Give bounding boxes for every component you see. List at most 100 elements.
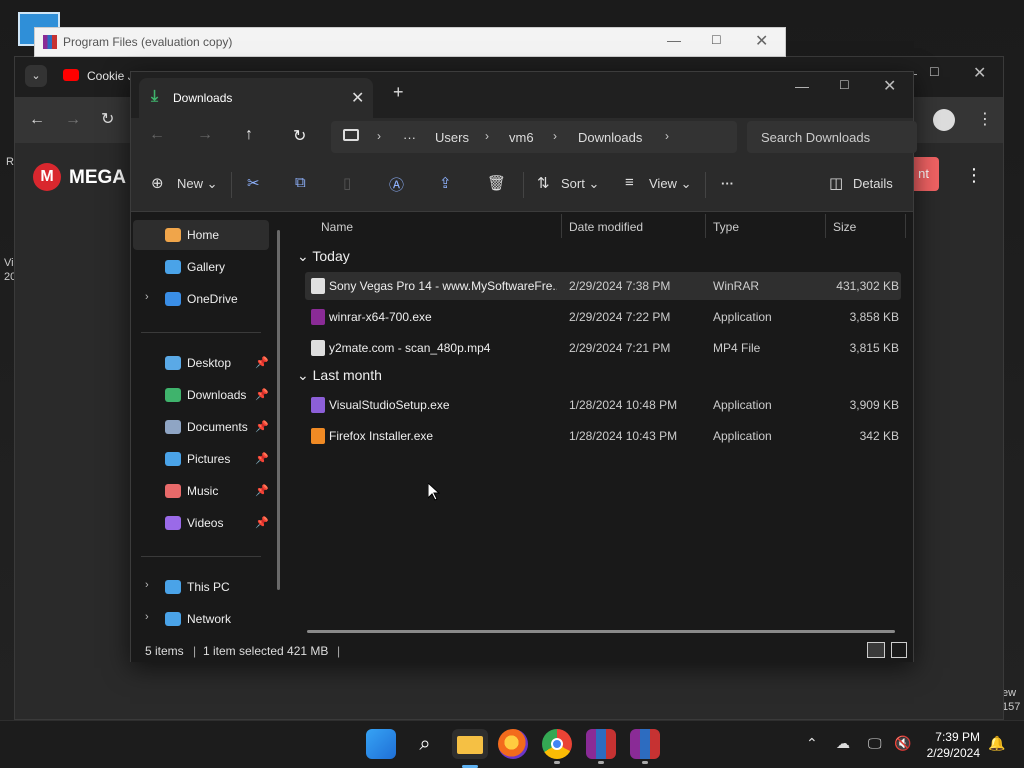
sidebar-item[interactable]: Downloads 📌 [133,380,269,410]
breadcrumb[interactable]: › ··· Users › vm6 › Downloads › [331,121,737,153]
file-row[interactable]: Firefox Installer.exe 1/28/2024 10:43 PM A… [305,422,901,450]
breadcrumb-more[interactable]: ··· [403,130,416,145]
more-icon[interactable]: ⋮ [965,165,983,186]
search-box[interactable]: Search Downloads [747,121,917,153]
chrome-center [551,738,563,750]
minimize-icon[interactable]: — [795,78,809,94]
up-icon[interactable]: ↑ [245,126,253,144]
column-divider[interactable] [561,214,562,238]
rename-icon[interactable]: Ⓐ [389,174,404,195]
more-icon[interactable]: ⋮ [977,109,993,129]
chevron-right-icon[interactable]: › [553,129,557,143]
column-divider[interactable] [705,214,706,238]
file-explorer-icon[interactable] [452,729,488,768]
volume-muted-icon[interactable]: 🔇 [894,735,911,752]
new-button[interactable]: New ⌄ [177,176,218,192]
file-explorer-window: ⤓ Downloads ✕ + — ☐ ✕ ← → ↑ ↻ › ··· User… [130,71,917,662]
forward-icon[interactable]: → [65,111,81,129]
sidebar-item[interactable]: › OneDrive [133,284,269,314]
close-icon[interactable]: ✕ [755,31,768,51]
winrar-icon[interactable] [630,729,660,759]
sidebar-item[interactable]: Music 📌 [133,476,269,506]
breadcrumb-item[interactable]: Users [435,130,469,145]
copy-icon[interactable]: ⧉ [295,174,306,191]
file-row[interactable]: VisualStudioSetup.exe 1/28/2024 10:48 PM A… [305,391,901,419]
sidebar-item[interactable]: Documents 📌 [133,412,269,442]
file-row[interactable]: Sony Vegas Pro 14 - www.MySoftwareFre...… [305,272,901,300]
divider [705,172,706,198]
chrome-tab[interactable]: Cookie J [87,69,134,83]
chevron-down-icon[interactable]: ⌄ [297,248,312,264]
paste-icon[interactable]: ▯ [343,174,351,192]
breadcrumb-item[interactable]: vm6 [509,130,534,145]
horizontal-scrollbar[interactable] [307,630,895,633]
file-type: MP4 File [713,341,761,355]
file-type: WinRAR [713,279,760,293]
details-button[interactable]: Details [853,176,893,191]
chevron-down-icon[interactable]: ⌄ [297,367,313,383]
new-tab-icon[interactable]: + [393,82,404,103]
column-divider[interactable] [905,214,906,238]
minimize-icon[interactable]: — [667,32,681,48]
see-more-button[interactable]: ··· [721,176,734,191]
maximize-icon[interactable]: ☐ [929,65,940,79]
maximize-icon[interactable]: ☐ [711,33,722,47]
chevron-right-icon[interactable]: › [377,129,381,143]
sidebar-item[interactable]: Pictures 📌 [133,444,269,474]
chevron-right-icon[interactable]: › [485,129,489,143]
expand-icon[interactable]: › [145,579,149,591]
file-row[interactable]: winrar-x64-700.exe 2/29/2024 7:22 PM Appli… [305,303,901,331]
sidebar-item[interactable]: › Network [133,604,269,634]
close-tab-icon[interactable]: ✕ [351,88,364,108]
share-icon[interactable]: ⇪ [439,174,452,192]
onedrive-icon[interactable]: ☁ [836,735,850,752]
view-button[interactable]: View ⌄ [649,176,691,192]
expand-icon[interactable]: › [145,291,149,303]
clock-date[interactable]: 2/29/2024 [922,746,980,760]
sidebar-item[interactable]: Videos 📌 [133,508,269,538]
maximize-icon[interactable]: ☐ [839,78,850,92]
back-icon[interactable]: ← [149,126,165,144]
tiles-view-icon[interactable] [891,642,907,658]
winrar-icon[interactable] [586,729,616,759]
column-header-date[interactable]: Date modified [569,220,643,234]
close-icon[interactable]: ✕ [973,63,986,83]
column-divider[interactable] [825,214,826,238]
column-header-size[interactable]: Size [833,220,856,234]
tab-search-button[interactable]: ⌄ [25,65,47,87]
window-title: Program Files (evaluation copy) [63,35,233,49]
sidebar-item[interactable]: Home [133,220,269,250]
chevron-up-icon[interactable]: ⌃ [806,735,818,752]
start-icon[interactable] [366,729,396,759]
notifications-icon[interactable]: 🔔 [988,735,1005,752]
back-icon[interactable]: ← [29,111,45,129]
delete-icon[interactable]: 🗑 [487,174,506,192]
sort-button[interactable]: Sort ⌄ [561,176,599,192]
file-row[interactable]: y2mate.com - scan_480p.mp4 2/29/2024 7:21… [305,334,901,362]
sidebar-item[interactable]: › This PC [133,572,269,602]
breadcrumb-item[interactable]: Downloads [578,130,642,145]
pin-icon: 📌 [255,453,269,465]
forward-icon[interactable]: → [197,126,213,144]
column-header-name[interactable]: Name [321,220,353,234]
group-header[interactable]: ⌄ Last month [297,367,382,384]
tab-downloads[interactable]: ⤓ Downloads ✕ [139,78,373,118]
group-header[interactable]: ⌄ Today [297,248,350,265]
network-icon[interactable]: 🖵 [868,735,882,752]
details-view-icon[interactable] [867,642,885,658]
expand-icon[interactable]: › [145,611,149,623]
refresh-icon[interactable]: ↻ [293,126,306,146]
reload-icon[interactable]: ↻ [101,109,114,129]
chrome-icon[interactable] [542,729,572,759]
clock-time[interactable]: 7:39 PM [928,730,980,744]
chevron-right-icon[interactable]: › [665,129,669,143]
firefox-icon[interactable] [498,729,528,759]
profile-avatar[interactable] [933,109,955,131]
sidebar-item[interactable]: Gallery [133,252,269,282]
sidebar-item[interactable]: Desktop 📌 [133,348,269,378]
cut-icon[interactable]: ✂ [247,174,260,192]
search-icon[interactable]: ⌕ [410,729,440,759]
close-icon[interactable]: ✕ [883,76,896,96]
scrollbar[interactable] [277,230,280,590]
column-header-type[interactable]: Type [713,220,739,234]
